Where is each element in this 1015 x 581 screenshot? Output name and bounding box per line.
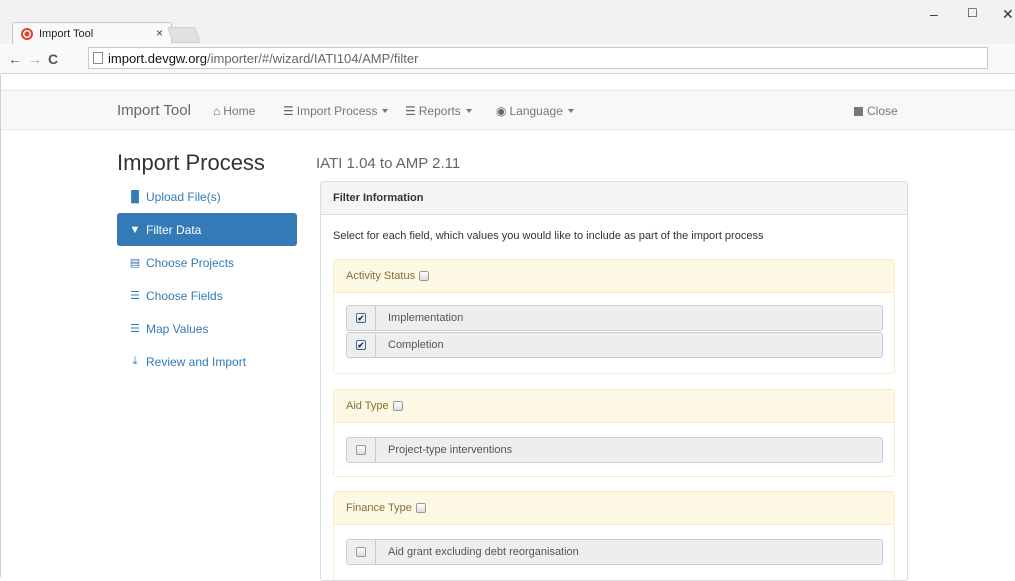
favicon-icon (21, 27, 33, 40)
list-icon: ☰ (130, 290, 140, 302)
list-icon: ☰ (130, 323, 140, 335)
select-all-checkbox[interactable] (392, 401, 403, 411)
row-label: Completion (388, 339, 444, 351)
home-icon: ⌂ (213, 104, 221, 118)
page-icon (93, 52, 103, 64)
chevron-down-icon (382, 109, 389, 113)
chevron-down-icon (465, 109, 472, 113)
globe-icon: ◉ (496, 104, 507, 118)
forward-button[interactable]: → (28, 51, 42, 67)
filter-row: ✔ Implementation (346, 305, 883, 331)
group-heading: Aid Type (334, 390, 894, 423)
group-title: Activity Status (346, 270, 416, 282)
sidebar-item-label: Review and Import (146, 354, 247, 369)
browser-tab[interactable]: Import Tool × (12, 22, 172, 44)
nav-home[interactable]: ⌂ Home (213, 104, 255, 118)
minimize-button[interactable]: – (930, 6, 938, 22)
browser-titlebar: Import Tool × – ☐ ✕ (0, 0, 1015, 44)
tab-close-icon[interactable]: × (156, 26, 163, 40)
row-label: Aid grant excluding debt reorganisation (388, 546, 579, 558)
url-path: /importer/#/wizard/IATI104/AMP/filter (207, 50, 419, 66)
sidebar-item-review-import[interactable]: ⤓ Review and Import (117, 345, 297, 378)
nav-import-process[interactable]: ☰ Import Process (283, 104, 389, 118)
url-input[interactable]: import.devgw.org/importer/#/wizard/IATI1… (88, 47, 988, 69)
nav-language-label: Language (509, 104, 563, 118)
panel-intro: Select for each field, which values you … (333, 230, 764, 242)
page-content: Import Tool ⌂ Home ☰ Import Process ☰ Re… (0, 75, 1015, 581)
navbar-brand[interactable]: Import Tool (117, 102, 191, 119)
wizard-subtitle: IATI 1.04 to AMP 2.11 (316, 155, 461, 172)
nav-close-label: Close (867, 104, 898, 118)
tab-title: Import Tool (39, 27, 94, 40)
row-checkbox[interactable] (356, 547, 366, 557)
page-title: Import Process (117, 150, 265, 175)
filter-group-finance-type: Finance Type Aid grant excluding debt re… (333, 491, 895, 580)
filter-row: Aid grant excluding debt reorganisation (346, 539, 883, 565)
row-checkbox[interactable]: ✔ (356, 313, 366, 323)
filter-row: ✔ Completion (346, 332, 883, 358)
sidebar-item-choose-projects[interactable]: ▤ Choose Projects (117, 246, 297, 279)
checkbox-addon (347, 540, 376, 564)
url-host: import.devgw.org (108, 50, 207, 66)
row-label: Project-type interventions (388, 444, 513, 456)
back-button[interactable]: ← (8, 51, 22, 67)
group-title: Aid Type (346, 400, 389, 412)
group-title: Finance Type (346, 502, 412, 514)
sidebar-item-choose-fields[interactable]: ☰ Choose Fields (117, 279, 297, 312)
nav-language[interactable]: ◉ Language (496, 104, 574, 118)
group-heading: Activity Status (334, 260, 894, 293)
sidebar-item-label: Upload File(s) (146, 189, 221, 204)
reload-button[interactable]: C (48, 51, 58, 67)
filter-panel: Filter Information Select for each field… (320, 181, 908, 581)
row-checkbox[interactable]: ✔ (356, 340, 366, 350)
sidebar-item-filter[interactable]: ▼ Filter Data (117, 213, 297, 246)
maximize-button[interactable]: ☐ (967, 6, 978, 20)
list-icon: ☰ (405, 104, 416, 118)
new-tab-button[interactable] (167, 27, 201, 43)
sidebar: █ Upload File(s) ▼ Filter Data ▤ Choose … (117, 180, 297, 378)
nav-close[interactable]: Close (854, 104, 898, 118)
checkbox-addon: ✔ (347, 306, 376, 330)
nav-reports[interactable]: ☰ Reports (405, 104, 472, 118)
select-all-checkbox[interactable] (419, 271, 430, 281)
group-heading: Finance Type (334, 492, 894, 525)
sidebar-item-map-values[interactable]: ☰ Map Values (117, 312, 297, 345)
close-window-button[interactable]: ✕ (1002, 6, 1014, 23)
nav-reports-label: Reports (418, 104, 461, 118)
filter-icon: ▼ (129, 223, 141, 236)
app-navbar: Import Tool ⌂ Home ☰ Import Process ☰ Re… (1, 90, 1015, 130)
filter-group-aid-type: Aid Type Project-type interventions (333, 389, 895, 477)
address-toolbar: ← → C import.devgw.org/importer/#/wizard… (0, 44, 1015, 110)
list-icon: ▤ (129, 257, 141, 269)
nav-home-label: Home (223, 104, 256, 118)
stop-icon (854, 106, 863, 116)
nav-import-label: Import Process (296, 104, 378, 118)
filter-row: Project-type interventions (346, 437, 883, 463)
sidebar-item-label: Choose Fields (146, 288, 223, 303)
sidebar-item-label: Map Values (146, 321, 209, 336)
sidebar-item-label: Choose Projects (146, 255, 235, 270)
panel-heading: Filter Information (321, 182, 907, 215)
checkbox-addon: ✔ (347, 333, 376, 357)
import-icon: ☰ (283, 104, 294, 118)
download-icon: ⤓ (132, 355, 138, 367)
row-checkbox[interactable] (356, 445, 366, 455)
row-label: Implementation (388, 312, 464, 324)
sidebar-item-upload[interactable]: █ Upload File(s) (117, 180, 297, 213)
chevron-down-icon (567, 109, 574, 113)
filter-group-activity-status: Activity Status ✔ Implementation ✔ Compl… (333, 259, 895, 374)
select-all-checkbox[interactable] (415, 503, 426, 513)
sidebar-item-label: Filter Data (146, 222, 202, 237)
file-icon: █ (131, 190, 139, 203)
checkbox-addon (347, 438, 376, 462)
